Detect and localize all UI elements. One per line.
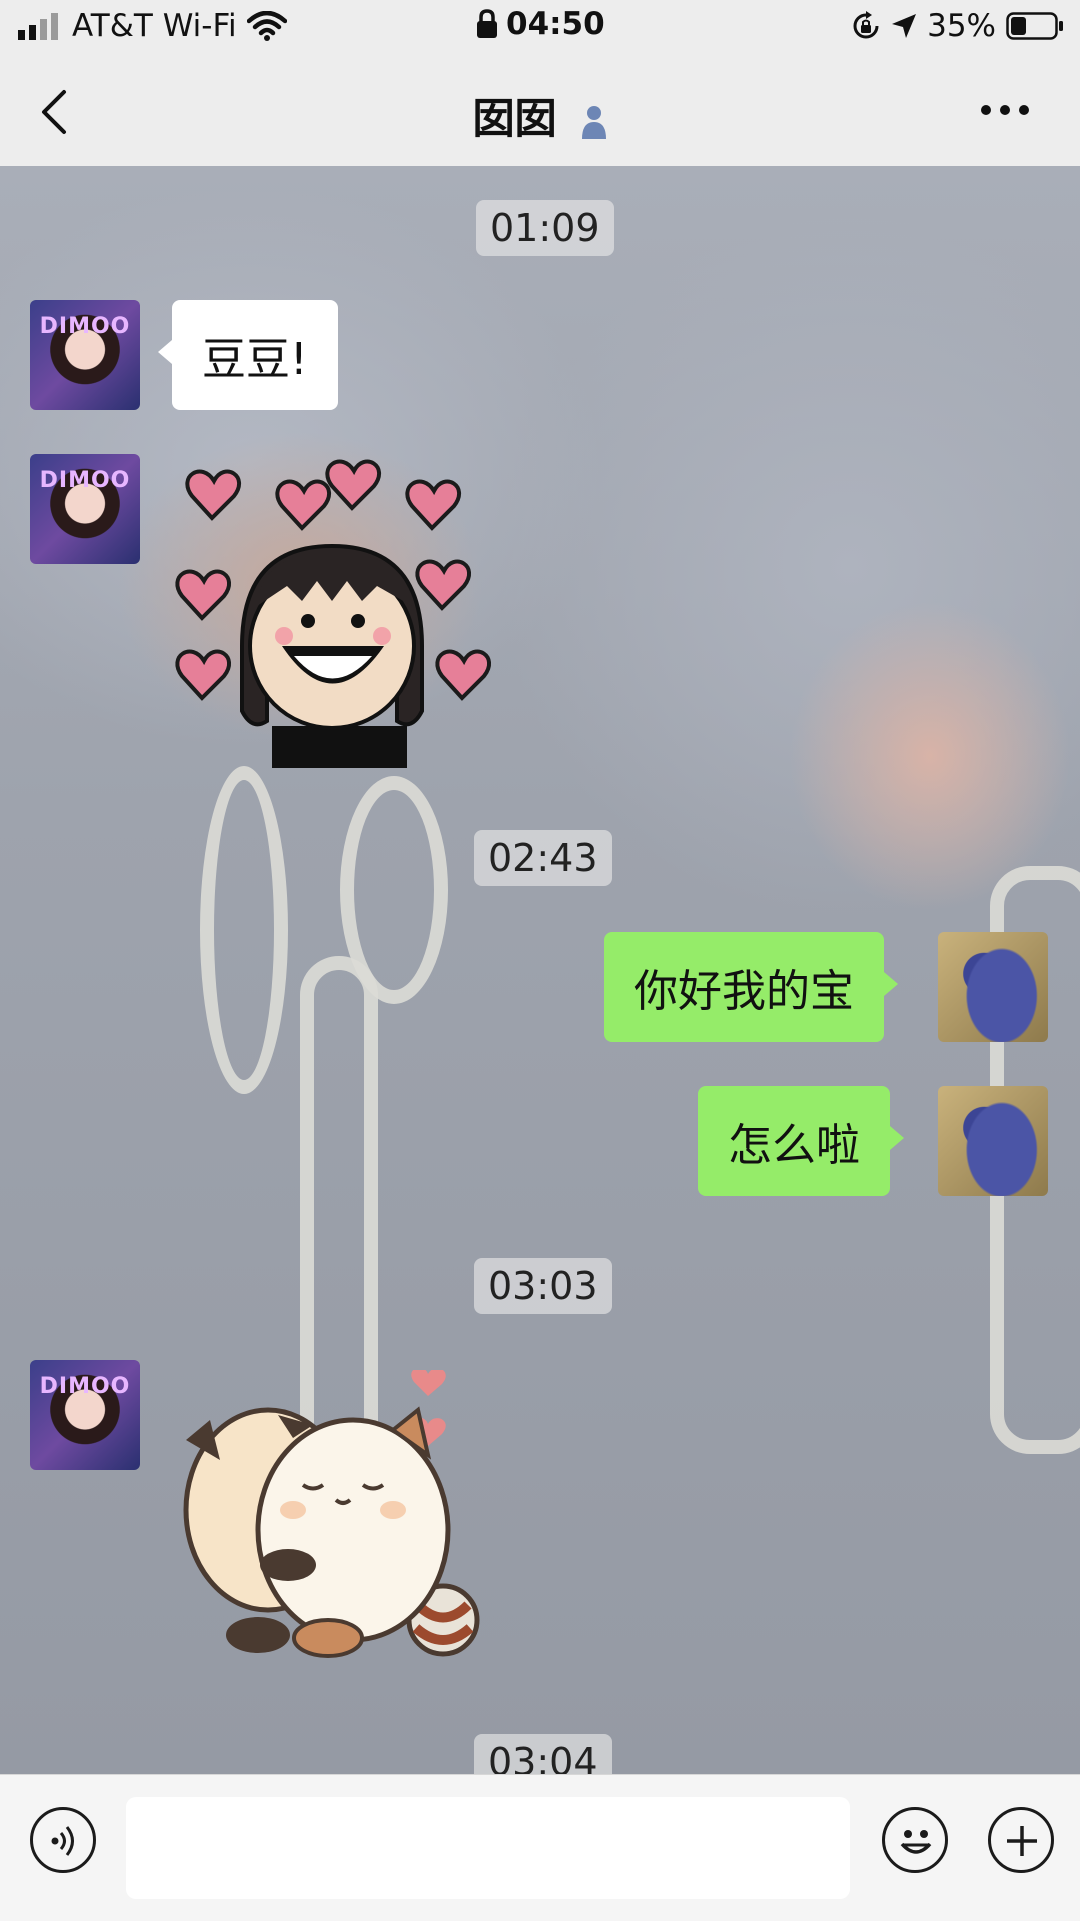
lock-icon (477, 9, 497, 38)
sticker-girl-hearts[interactable] (172, 456, 492, 768)
timestamp: 03:03 (474, 1258, 612, 1314)
contact-avatar[interactable]: DIMOO (30, 300, 140, 410)
signal-icon (18, 13, 58, 40)
timestamp: 03:04 (474, 1734, 612, 1774)
sticker-hugging-pandas[interactable] (178, 1370, 488, 1660)
message-text: 豆豆! (202, 334, 308, 385)
clock: 04:50 (506, 6, 605, 42)
message-bubble-received[interactable]: 豆豆! (158, 300, 338, 410)
status-bar: AT&T Wi-Fi 04:50 35% (0, 0, 1080, 55)
hoodie-drawstring (200, 766, 288, 1094)
voice-icon (51, 1826, 74, 1856)
message-text: 你好我的宝 (634, 966, 854, 1017)
my-avatar[interactable] (938, 932, 1048, 1042)
carrier-label: AT&T Wi-Fi (72, 8, 237, 44)
timestamp: 02:43 (474, 830, 612, 886)
status-center: 04:50 (476, 6, 605, 42)
location-arrow-icon (892, 14, 917, 38)
wifi-icon (246, 11, 287, 41)
plus-icon (1007, 1826, 1037, 1856)
contact-avatar[interactable]: DIMOO (30, 1360, 140, 1470)
rotation-lock-icon (853, 11, 879, 39)
voice-button[interactable] (30, 1807, 96, 1873)
more-icon[interactable] (980, 102, 1030, 118)
status-left: AT&T Wi-Fi (18, 8, 287, 44)
contact-avatar[interactable]: DIMOO (30, 454, 140, 564)
avatar-logo-text: DIMOO (39, 1374, 131, 1399)
message-bubble-sent[interactable]: 怎么啦 (698, 1086, 904, 1196)
chat-background[interactable]: 01:09 DIMOO 豆豆! DIMOO 02:43 你好我的宝 怎么啦 03… (0, 166, 1080, 1774)
my-avatar[interactable] (938, 1086, 1048, 1196)
emoji-icon (900, 1830, 932, 1854)
battery-icon (1006, 12, 1063, 40)
input-toolbar (0, 1774, 1080, 1921)
status-right: 35% (851, 8, 1064, 44)
avatar-logo-text: DIMOO (39, 314, 131, 339)
message-bubble-sent[interactable]: 你好我的宝 (604, 932, 898, 1042)
more-functions-button[interactable] (988, 1807, 1054, 1873)
chat-title: 囡囡 (0, 85, 1080, 146)
chat-title-text: 囡囡 (472, 94, 557, 143)
battery-percent: 35% (927, 8, 996, 44)
person-icon (582, 105, 607, 139)
message-input[interactable] (126, 1797, 850, 1899)
emoji-button[interactable] (882, 1807, 948, 1873)
chat-header: 囡囡 (0, 55, 1080, 166)
avatar-logo-text: DIMOO (39, 468, 131, 493)
timestamp: 01:09 (476, 200, 614, 256)
message-text: 怎么啦 (728, 1120, 860, 1171)
